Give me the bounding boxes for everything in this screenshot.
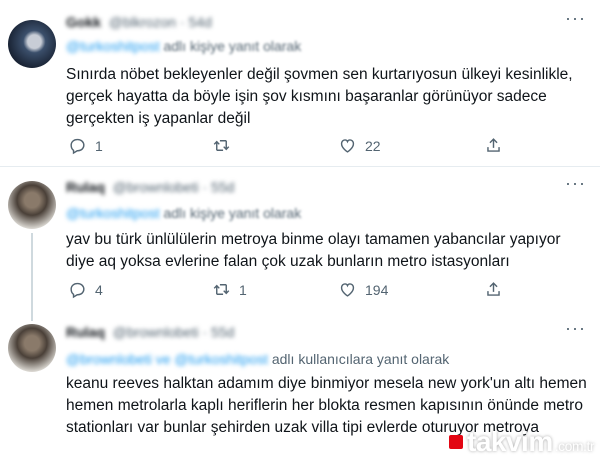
avatar[interactable] — [8, 181, 56, 229]
more-icon[interactable]: ··· — [565, 173, 586, 194]
reply-context-label: adlı kişiye yanıt olarak — [163, 205, 302, 221]
like-button[interactable]: 22 — [338, 136, 381, 155]
tweet-actions: 4 1 194 — [66, 280, 526, 302]
watermark-brand: takvim — [467, 426, 553, 457]
timestamp[interactable]: 55d — [211, 179, 234, 195]
tweet-line: hemen metrolarla kaplı heriflerin her bl… — [66, 397, 583, 414]
handle[interactable]: @brownlobeti — [113, 324, 199, 340]
timestamp[interactable]: 54d — [189, 14, 212, 30]
tweet-actions: 1 22 — [66, 136, 526, 158]
reply-mention[interactable]: @turkoshitpost — [66, 205, 160, 221]
share-button[interactable] — [484, 136, 503, 155]
retweet-icon — [213, 284, 230, 295]
reply-context: @brownlobeti ve @turkoshitpost adlı kull… — [66, 351, 449, 367]
tweet-line: gerçekten iş yapanlar değil — [66, 110, 251, 127]
watermark-tld: .com.tr — [554, 438, 595, 454]
reply-icon — [70, 138, 85, 155]
reply-count: 4 — [95, 281, 103, 298]
reply-context: @turkoshitpost adlı kişiye yanıt olarak — [66, 38, 301, 54]
tweet-text: yav bu türk ünlülülerin metroya binme ol… — [66, 229, 576, 273]
tweet-line: diye aq yoksa evlerine falan çok uzak bu… — [66, 253, 510, 270]
tweet-1[interactable]: Gokk @blkrozon · 54d ··· @turkoshitpost … — [0, 0, 600, 166]
reply-mention[interactable]: @turkoshitpost — [66, 38, 160, 54]
share-icon — [487, 282, 500, 296]
display-name[interactable]: Rulaq — [66, 324, 105, 340]
tweet-2[interactable]: Rulaq @brownlobeti · 55d ··· @turkoshitp… — [0, 167, 600, 321]
handle[interactable]: @blkrozon — [109, 14, 176, 30]
share-button[interactable] — [484, 280, 503, 299]
timestamp[interactable]: 55d — [211, 324, 234, 340]
tweet-line: yav bu türk ünlülülerin metroya binme ol… — [66, 231, 561, 248]
display-name[interactable]: Gokk — [66, 14, 101, 30]
reply-context-label: adlı kullanıcılara yanıt olarak — [271, 351, 450, 367]
tweet-line: gerçek hayatta da böyle işin şov kısmını… — [66, 88, 547, 105]
tweet-line: keanu reeves halktan adamım diye binmiyo… — [66, 375, 587, 392]
more-icon[interactable]: ··· — [565, 318, 586, 339]
tweet-header: Gokk @blkrozon · 54d — [66, 14, 212, 30]
reply-context: @turkoshitpost adlı kişiye yanıt olarak — [66, 205, 301, 221]
tweet-header: Rulaq @brownlobeti · 55d — [66, 179, 235, 195]
avatar[interactable] — [8, 324, 56, 372]
retweet-button[interactable]: 1 — [212, 280, 247, 299]
heart-icon — [340, 139, 355, 153]
tweet-header: Rulaq @brownlobeti · 55d — [66, 324, 235, 340]
share-icon — [487, 138, 500, 152]
more-icon[interactable]: ··· — [565, 8, 586, 29]
like-count: 194 — [365, 281, 389, 298]
avatar[interactable] — [8, 20, 56, 68]
watermark-logo-icon — [449, 435, 463, 449]
takvim-watermark: takvim .com.tr — [449, 426, 595, 458]
retweet-icon — [213, 140, 230, 151]
reply-button[interactable]: 4 — [68, 280, 103, 299]
reply-button[interactable]: 1 — [68, 136, 103, 155]
display-name[interactable]: Rulaq — [66, 179, 105, 195]
handle[interactable]: @brownlobeti — [113, 179, 199, 195]
retweet-count: 1 — [239, 281, 247, 298]
heart-icon — [340, 283, 355, 297]
tweet-text: Sınırda nöbet bekleyenler değil şovmen s… — [66, 64, 576, 130]
reply-context-label: adlı kişiye yanıt olarak — [163, 38, 302, 54]
retweet-button[interactable] — [212, 136, 239, 155]
reply-mention[interactable]: @brownlobeti ve @turkoshitpost — [66, 351, 268, 367]
tweet-line: Sınırda nöbet bekleyenler değil şovmen s… — [66, 66, 573, 83]
like-button[interactable]: 194 — [338, 280, 388, 299]
reply-icon — [70, 282, 85, 299]
like-count: 22 — [365, 137, 381, 154]
thread-line — [31, 233, 33, 321]
reply-count: 1 — [95, 137, 103, 154]
